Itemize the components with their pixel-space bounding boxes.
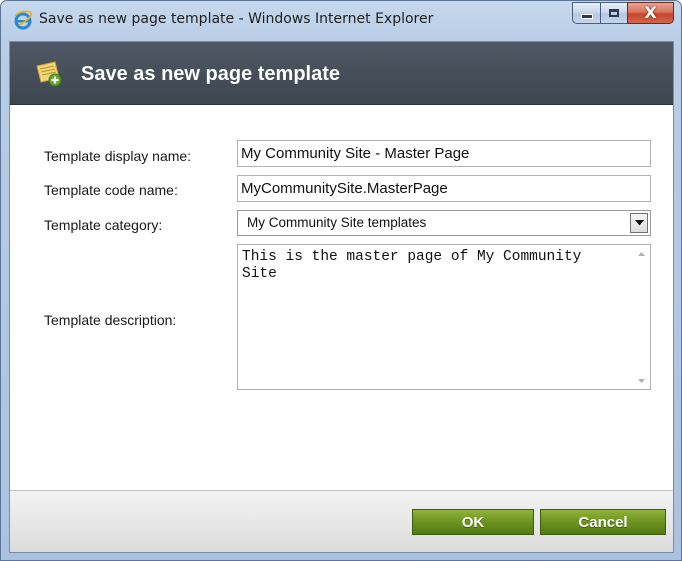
display-name-input[interactable]: My Community Site - Master Page bbox=[237, 140, 651, 167]
category-label: Template category: bbox=[44, 217, 163, 233]
dialog-footer: OK Cancel bbox=[10, 490, 673, 552]
category-select[interactable]: My Community Site templates bbox=[237, 210, 651, 236]
close-icon: X bbox=[644, 3, 657, 22]
dialog-header: Save as new page template bbox=[10, 42, 673, 105]
category-selected-value: My Community Site templates bbox=[247, 215, 427, 230]
close-button[interactable]: X bbox=[627, 2, 674, 24]
description-textarea[interactable]: This is the master page of My Community … bbox=[237, 244, 651, 390]
dialog-title: Save as new page template bbox=[81, 63, 341, 85]
maximize-button[interactable] bbox=[600, 2, 627, 24]
internet-explorer-icon bbox=[14, 10, 32, 30]
description-label: Template description: bbox=[44, 312, 177, 328]
scroll-up-button[interactable] bbox=[633, 245, 650, 262]
caption-buttons: X bbox=[572, 2, 674, 24]
scroll-up-arrow-icon bbox=[638, 251, 645, 256]
dialog-content: Save as new page template Template displ… bbox=[9, 41, 674, 553]
window-title: Save as new page template - Windows Inte… bbox=[39, 11, 434, 27]
ie-window: Save as new page template - Windows Inte… bbox=[0, 0, 682, 561]
page-template-add-icon bbox=[36, 61, 62, 87]
minimize-icon bbox=[580, 14, 593, 19]
scroll-down-button[interactable] bbox=[633, 372, 650, 389]
ok-button[interactable]: OK bbox=[412, 509, 534, 535]
window-titlebar[interactable]: Save as new page template - Windows Inte… bbox=[1, 1, 681, 41]
description-text: This is the master page of My Community … bbox=[242, 249, 591, 282]
cancel-button[interactable]: Cancel bbox=[540, 509, 666, 535]
dropdown-arrow-icon bbox=[634, 220, 644, 226]
minimize-button[interactable] bbox=[572, 2, 600, 24]
maximize-icon bbox=[609, 9, 619, 17]
display-name-label: Template display name: bbox=[44, 148, 192, 164]
scroll-down-arrow-icon bbox=[638, 378, 645, 383]
code-name-label: Template code name: bbox=[44, 182, 178, 198]
description-scrollbar[interactable] bbox=[633, 245, 650, 389]
category-dropdown-button[interactable] bbox=[630, 213, 648, 233]
code-name-input[interactable]: MyCommunitySite.MasterPage bbox=[237, 175, 651, 202]
